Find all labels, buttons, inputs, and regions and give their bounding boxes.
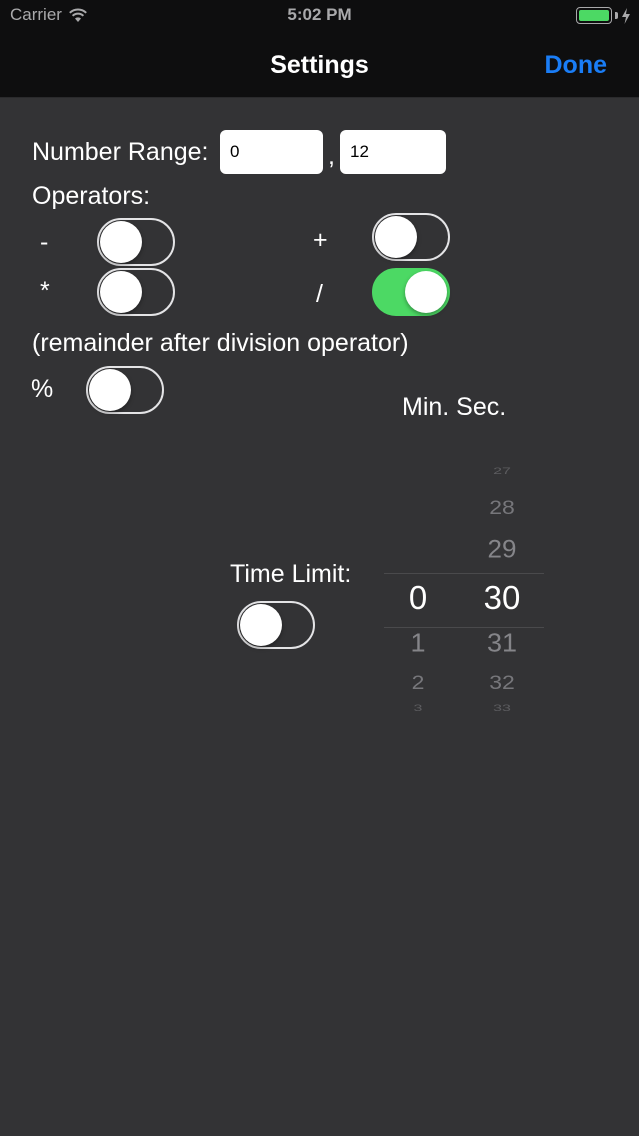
minutes-column[interactable]: 0 1 2 3 bbox=[388, 462, 448, 736]
seconds-value[interactable]: 27 bbox=[472, 467, 532, 477]
battery-level bbox=[579, 10, 609, 21]
operator-minus-toggle[interactable] bbox=[97, 218, 175, 266]
toggle-knob bbox=[405, 271, 447, 313]
done-button[interactable]: Done bbox=[545, 51, 608, 80]
operator-multiply-toggle[interactable] bbox=[97, 268, 175, 316]
time-limit-toggle[interactable] bbox=[237, 601, 315, 649]
toggle-knob bbox=[375, 216, 417, 258]
battery-icon bbox=[576, 7, 631, 24]
status-bar: Carrier 5:02 PM bbox=[0, 0, 639, 32]
navigation-bar: Settings Done bbox=[0, 32, 639, 98]
seconds-value[interactable]: 31 bbox=[472, 630, 532, 657]
time-limit-label: Time Limit: bbox=[230, 560, 352, 588]
status-time: 5:02 PM bbox=[287, 5, 352, 24]
operator-divide-label: / bbox=[316, 280, 323, 308]
minutes-value[interactable]: 1 bbox=[388, 630, 448, 657]
range-max-field[interactable] bbox=[340, 130, 446, 174]
toggle-knob bbox=[100, 221, 142, 263]
operators-label: Operators: bbox=[32, 182, 151, 210]
minutes-selected-value[interactable]: 0 bbox=[388, 581, 448, 614]
page-title: Settings bbox=[270, 51, 369, 79]
operator-modulo-label: % bbox=[31, 375, 54, 403]
seconds-value[interactable]: 33 bbox=[472, 704, 532, 714]
seconds-selected-value[interactable]: 30 bbox=[472, 581, 532, 614]
seconds-value[interactable]: 28 bbox=[472, 497, 532, 518]
operator-divide-toggle[interactable] bbox=[372, 268, 450, 316]
minutes-value[interactable]: 2 bbox=[388, 672, 448, 693]
operator-multiply-label: * bbox=[40, 277, 50, 305]
minutes-value[interactable]: 3 bbox=[388, 704, 448, 714]
charging-bolt-icon bbox=[622, 7, 630, 24]
operator-plus-toggle[interactable] bbox=[372, 213, 450, 261]
number-range-label: Number Range: bbox=[32, 138, 209, 166]
toggle-knob bbox=[240, 604, 282, 646]
operator-plus-label: + bbox=[313, 226, 328, 254]
range-separator: , bbox=[328, 142, 335, 170]
time-picker[interactable]: 0 1 2 3 27 28 29 30 31 32 33 bbox=[384, 462, 544, 736]
operator-modulo-toggle[interactable] bbox=[86, 366, 164, 414]
picker-header: Min. Sec. bbox=[402, 393, 507, 421]
range-min-field[interactable] bbox=[220, 130, 323, 174]
operator-minus-label: - bbox=[40, 228, 49, 256]
toggle-knob bbox=[100, 271, 142, 313]
seconds-value[interactable]: 29 bbox=[472, 537, 532, 562]
remainder-note: (remainder after division operator) bbox=[32, 329, 409, 357]
seconds-value[interactable]: 32 bbox=[472, 672, 532, 693]
toggle-knob bbox=[89, 369, 131, 411]
seconds-column[interactable]: 27 28 29 30 31 32 33 bbox=[472, 462, 532, 736]
